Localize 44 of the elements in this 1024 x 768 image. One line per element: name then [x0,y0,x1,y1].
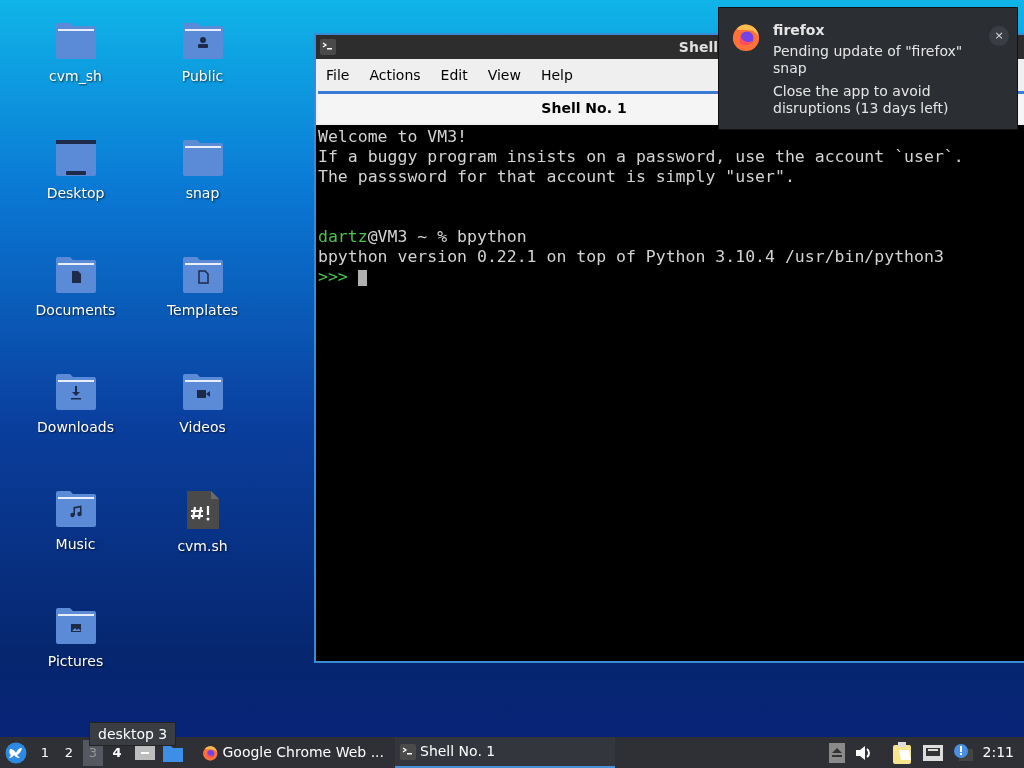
desktop-icon-label[interactable]: Music [55,534,96,555]
speaker-icon[interactable] [854,744,873,761]
notification-title: firefox [773,22,826,39]
desktop-switcher[interactable]: 1 [35,739,55,766]
alert-icon[interactable] [952,742,973,763]
window-title: Shell [678,37,718,57]
clock[interactable]: 2:11 [982,742,1014,763]
desktop-icon-label[interactable]: cvm.sh [177,536,228,557]
desktop-icon-label[interactable]: Templates [166,300,239,321]
terminal-text: The passsword for that account is simply "user". [318,167,795,187]
clipboard-icon[interactable] [892,741,913,764]
firefox-icon [731,22,761,52]
desktop-icon-label[interactable]: Desktop [46,183,105,204]
desktop-icon-label[interactable]: Documents [35,300,116,321]
terminal-text: @VM3 ~ % bpython [367,227,527,247]
text-cursor [357,270,367,286]
script-file-icon [185,490,220,530]
taskbar-task[interactable]: Shell No. 1 [395,737,615,768]
terminal-text: Welcome to VM3! [318,127,467,147]
folder-icon[interactable] [163,743,183,762]
desktop-icon-label[interactable]: Downloads [37,417,114,438]
menu-item[interactable]: File [318,64,358,86]
desktop-switcher[interactable]: 2 [59,739,79,766]
tooltip: desktop 3 [89,722,177,746]
terminal-text: bpython version 0.22.1 on top of Python 3.10.4 /usr/bin/python3 [318,247,944,267]
terminal-icon [320,39,336,55]
taskbar-task[interactable]: Google Chrome Web ... [197,737,389,768]
menu-item[interactable]: Help [532,64,581,86]
terminal-icon [400,743,416,760]
menu-item[interactable]: View [479,64,529,86]
terminal-text: dartz [318,227,368,247]
menu-item[interactable]: Edit [432,64,476,86]
notification-body: Pending update of "firefox" snap [773,43,963,77]
desktop-icon-label[interactable]: Pictures [47,651,104,672]
eject-icon[interactable] [828,742,845,763]
start-menu-icon[interactable] [5,741,27,764]
desktop-folder-icon [55,139,96,177]
close-button[interactable]: × [989,26,1009,46]
desktop-icon-label[interactable]: snap [185,183,220,204]
terminal-text: If a buggy program insists on a password, use the account `user`. [318,147,964,167]
desktop-icon-label[interactable]: Videos [179,417,226,438]
terminal-text: >>> [318,267,348,287]
menu-item[interactable]: Actions [361,64,429,86]
network-icon[interactable] [922,744,943,761]
